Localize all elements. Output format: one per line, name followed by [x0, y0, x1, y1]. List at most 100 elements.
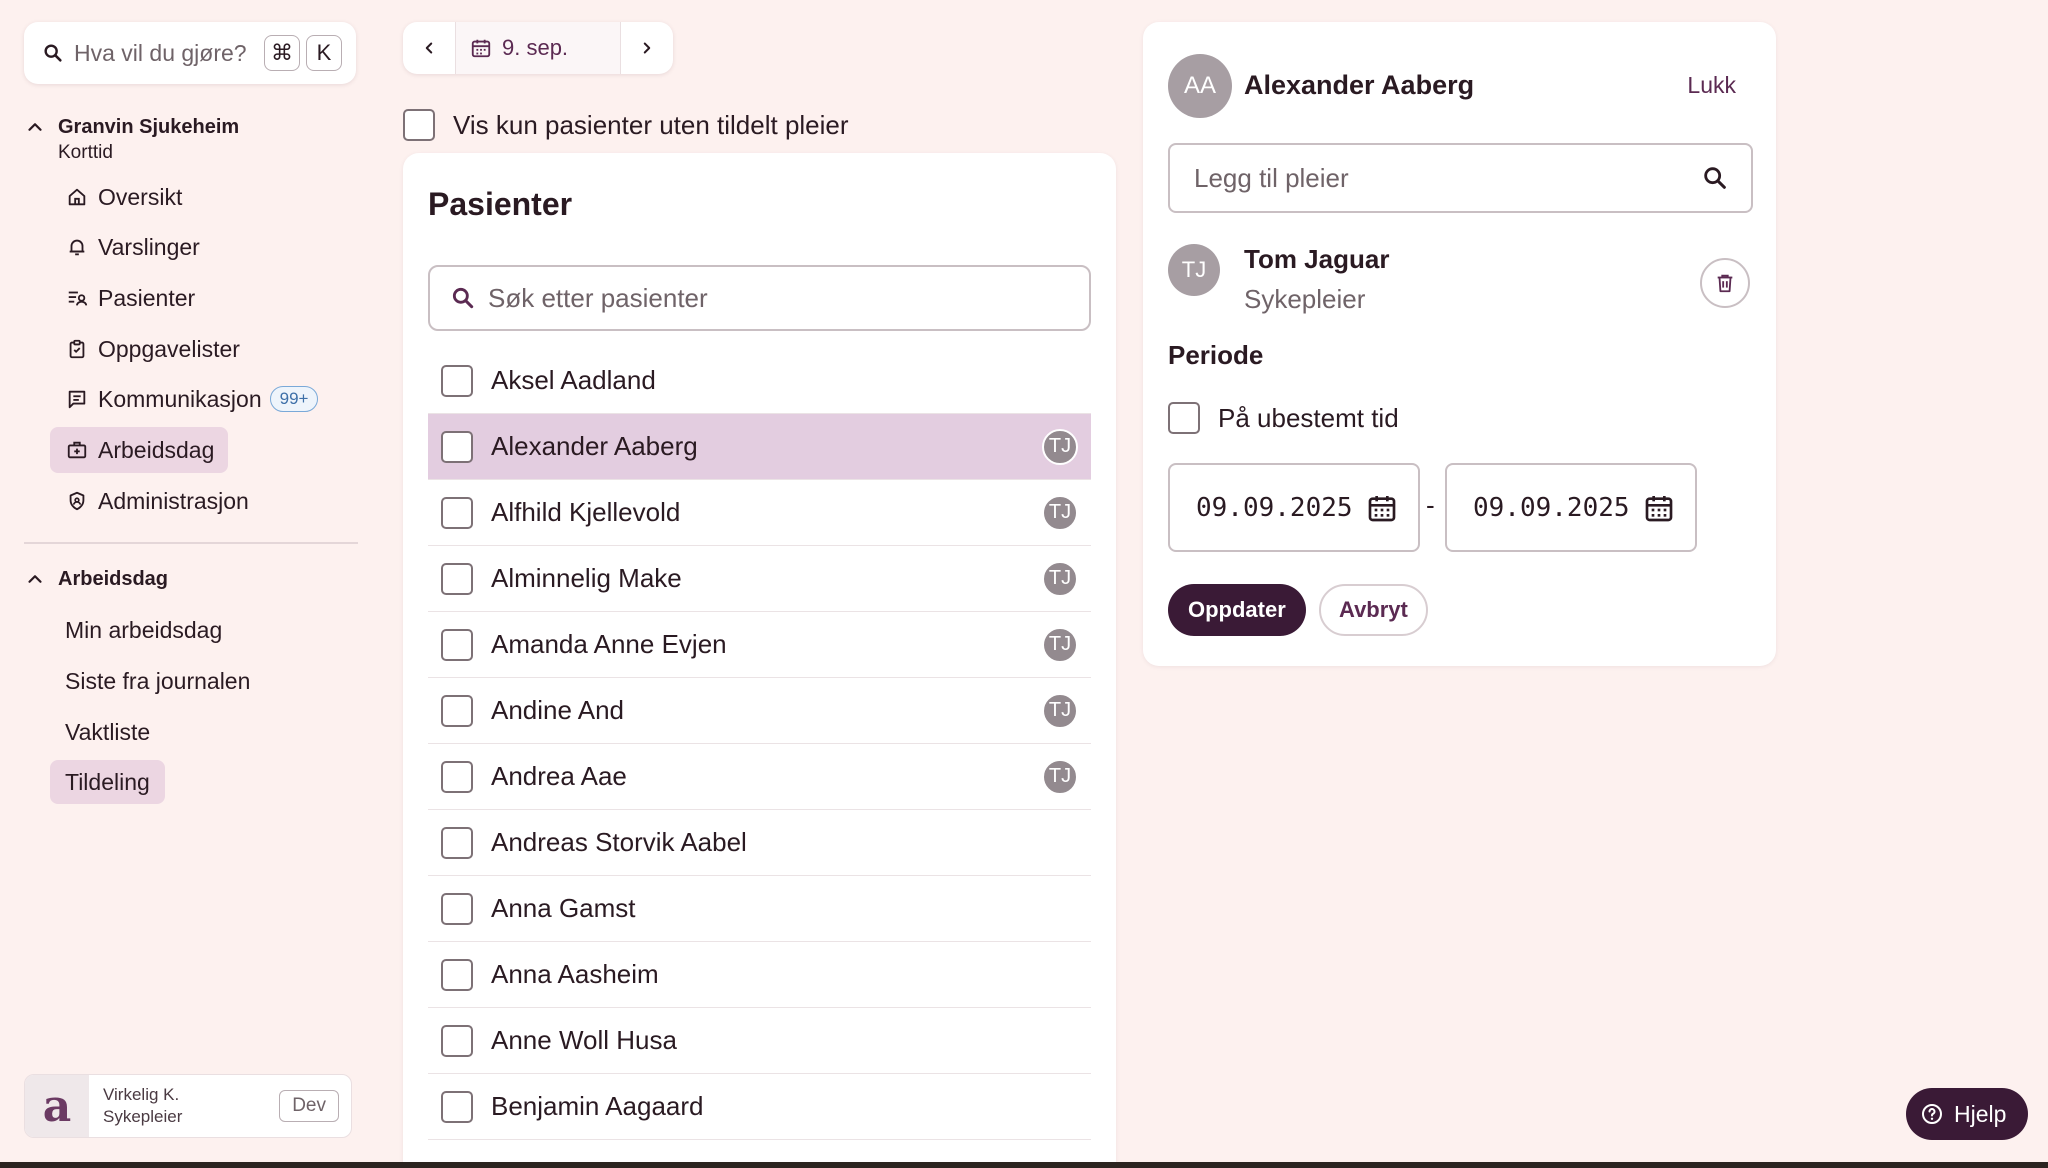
selected-patient-name: Alexander Aaberg [1244, 70, 1475, 100]
end-date-field[interactable]: 09.09.2025 [1445, 463, 1697, 552]
patient-avatar: AA [1168, 54, 1232, 118]
patient-name: Andine And [491, 695, 625, 725]
org-group-header[interactable]: Granvin Sjukeheim Korttid [24, 114, 239, 166]
patient-checkbox[interactable] [441, 958, 473, 991]
patient-checkbox[interactable] [441, 364, 473, 397]
nav-item-oversikt[interactable]: Oversikt [50, 174, 196, 220]
environment-badge: Dev [279, 1090, 339, 1122]
patient-checkbox[interactable] [441, 628, 473, 661]
user-name: Virkelig K. [103, 1085, 180, 1104]
patient-checkbox[interactable] [441, 760, 473, 793]
patient-checkbox[interactable] [441, 1090, 473, 1123]
assigned-nurse-avatar: TJ [1042, 560, 1078, 597]
close-button[interactable]: Lukk [1687, 72, 1736, 99]
patient-row[interactable]: Benjamin Aagaard [428, 1074, 1091, 1140]
assigned-nurse-avatar: TJ [1042, 428, 1078, 465]
unassigned-filter-checkbox[interactable] [403, 109, 435, 141]
next-day-button[interactable] [621, 22, 673, 74]
date-picker-button[interactable]: 9. sep. [455, 22, 621, 74]
nav-item-arbeidsdag[interactable]: Arbeidsdag [50, 427, 229, 473]
patient-name: Andrea Aae [491, 761, 627, 791]
start-date-field[interactable]: 09.09.2025 [1168, 463, 1420, 552]
nurse-search-input[interactable] [1194, 162, 1701, 194]
sub-item-tildeling[interactable]: Tildeling [50, 760, 165, 804]
patient-name: Aksel Aadland [491, 365, 656, 395]
sub-item-vaktliste[interactable]: Vaktliste [50, 710, 165, 754]
bottom-edge [0, 1162, 2048, 1168]
patient-checkbox[interactable] [441, 430, 473, 463]
workday-group-header[interactable]: Arbeidsdag [24, 566, 168, 592]
calendar-icon[interactable] [1366, 492, 1398, 524]
nurse-search [1168, 143, 1753, 213]
patient-checkbox[interactable] [441, 562, 473, 595]
remove-nurse-button[interactable] [1700, 258, 1750, 308]
sub-item-label: Vaktliste [65, 718, 151, 745]
patient-row[interactable]: Anna Aasheim [428, 942, 1091, 1008]
indefinite-label: På ubestemt tid [1218, 402, 1399, 433]
search-icon[interactable] [1701, 164, 1729, 192]
patient-row[interactable]: Andreas Storvik Aabel [428, 810, 1091, 876]
patient-name: Alfhild Kjellevold [491, 497, 681, 527]
unassigned-filter: Vis kun pasienter uten tildelt pleier [403, 109, 849, 141]
shield-icon [69, 491, 85, 511]
update-button[interactable]: Oppdater [1168, 584, 1306, 636]
sub-item-siste-fra-journalen[interactable]: Siste fra journalen [50, 659, 265, 703]
patient-row[interactable]: Anna Gamst [428, 876, 1091, 942]
nav-item-pasienter[interactable]: Pasienter [50, 275, 209, 321]
trash-icon [1717, 274, 1733, 293]
calendar-icon[interactable] [1643, 492, 1675, 524]
bell-icon [69, 239, 85, 256]
nurse-name: Tom Jaguar [1244, 244, 1390, 274]
org-unit: Korttid [58, 142, 113, 163]
patient-row[interactable]: Alexander Aaberg TJ [428, 414, 1091, 480]
indefinite-option: På ubestemt tid [1168, 402, 1399, 434]
patient-name: Andreas Storvik Aabel [491, 827, 747, 857]
chevron-left-icon [425, 42, 433, 54]
home-icon [68, 188, 86, 206]
patient-name: Alminnelig Make [491, 563, 682, 593]
current-date: 9. sep. [502, 35, 569, 60]
chevron-up-icon [28, 123, 42, 131]
cancel-button[interactable]: Avbryt [1319, 584, 1428, 636]
search-icon [44, 44, 62, 62]
nav-item-label: Oppgavelister [98, 335, 240, 362]
assigned-nurse-avatar: TJ [1042, 758, 1078, 795]
start-date-value: 09.09.2025 [1196, 492, 1353, 523]
patient-checkbox[interactable] [441, 1024, 473, 1057]
patient-row[interactable]: Anne Woll Husa [428, 1008, 1091, 1074]
org-name: Granvin Sjukeheim [58, 116, 240, 138]
patient-row[interactable]: Alminnelig Make TJ [428, 546, 1091, 612]
nav-item-administrasjon[interactable]: Administrasjon [50, 478, 263, 524]
nav-item-label: Arbeidsdag [98, 436, 215, 463]
assigned-nurse-avatar: TJ [1042, 626, 1078, 663]
patient-row[interactable]: Andine And TJ [428, 678, 1091, 744]
nav-item-varslinger[interactable]: Varslinger [50, 224, 214, 270]
nav-item-oppgavelister[interactable]: Oppgavelister [50, 326, 254, 372]
user-card[interactable]: a Virkelig K. Sykepleier Dev [24, 1074, 352, 1138]
patient-checkbox[interactable] [441, 892, 473, 925]
patient-checkbox[interactable] [441, 826, 473, 859]
sidebar: Hva vil du gjøre? ⌘ K Granvin Sjukeheim … [0, 0, 380, 1168]
patient-row[interactable]: Aksel Aadland [428, 348, 1091, 414]
shortcut-k-key: K [306, 35, 342, 71]
chevron-right-icon [643, 42, 651, 54]
help-button[interactable]: Hjelp [1906, 1088, 2029, 1140]
patient-name: Anne Woll Husa [491, 1025, 677, 1055]
patient-checkbox[interactable] [441, 694, 473, 727]
patient-checkbox[interactable] [441, 496, 473, 529]
nav-item-kommunikasjon[interactable]: Kommunikasjon 99+ [50, 376, 332, 422]
nav-item-label: Pasienter [98, 284, 196, 311]
app-logo: a [25, 1075, 89, 1137]
indefinite-checkbox[interactable] [1168, 402, 1200, 434]
patient-row[interactable]: Alfhild Kjellevold TJ [428, 480, 1091, 546]
patients-title: Pasienter [428, 186, 573, 222]
patient-search-input[interactable] [488, 282, 1048, 314]
command-search[interactable]: Hva vil du gjøre? ⌘ K [24, 22, 356, 84]
patient-row[interactable]: Andrea Aae TJ [428, 744, 1091, 810]
message-icon [68, 390, 86, 409]
sub-item-min-arbeidsdag[interactable]: Min arbeidsdag [50, 608, 237, 652]
sub-item-label: Tildeling [65, 768, 150, 795]
patient-name: Anna Aasheim [491, 959, 659, 989]
patient-row[interactable]: Amanda Anne Evjen TJ [428, 612, 1091, 678]
previous-day-button[interactable] [403, 22, 455, 74]
